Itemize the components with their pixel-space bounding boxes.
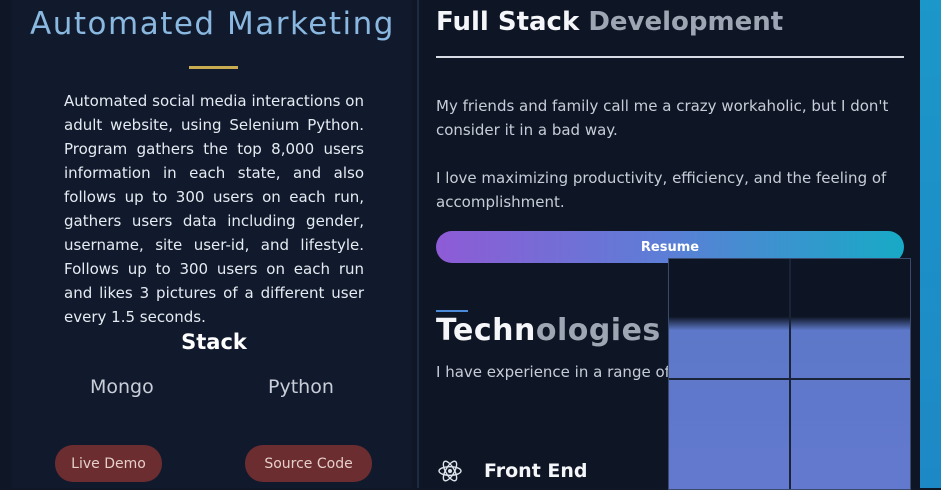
- technologies-title-bright: Techn: [436, 313, 536, 348]
- stack-item-python: Python: [268, 376, 334, 398]
- overlay-grid-vertical: [789, 259, 791, 489]
- project-title: Automated Marketing: [30, 6, 395, 42]
- source-code-button[interactable]: Source Code: [245, 445, 372, 482]
- technologies-accent-line: [436, 310, 468, 312]
- overlay-grid-horizontal: [669, 378, 910, 380]
- about-paragraph-1: My friends and family call me a crazy wo…: [436, 97, 889, 139]
- title-underline: [189, 66, 238, 69]
- panel-divider: [417, 0, 419, 488]
- live-demo-button[interactable]: Live Demo: [55, 445, 162, 482]
- about-paragraph-2: I love maximizing productivity, efficien…: [436, 169, 887, 211]
- right-edge-strip: [920, 0, 941, 488]
- about-title-dim: Development: [588, 7, 784, 37]
- react-icon: [438, 460, 462, 482]
- stack-heading: Stack: [181, 330, 247, 354]
- overlay-panel: [668, 258, 911, 490]
- about-divider: [436, 56, 904, 58]
- about-title-bright: Full Stack: [436, 7, 589, 37]
- about-title: Full Stack Development: [436, 7, 783, 37]
- frontend-label: Front End: [484, 460, 588, 482]
- frontend-category: Front End: [436, 456, 588, 486]
- project-description: Automated social media interactions on a…: [64, 92, 364, 326]
- technologies-title-dim: ologies: [535, 313, 661, 348]
- stack-item-mongo: Mongo: [90, 376, 154, 398]
- technologies-title: Technologies: [436, 313, 661, 348]
